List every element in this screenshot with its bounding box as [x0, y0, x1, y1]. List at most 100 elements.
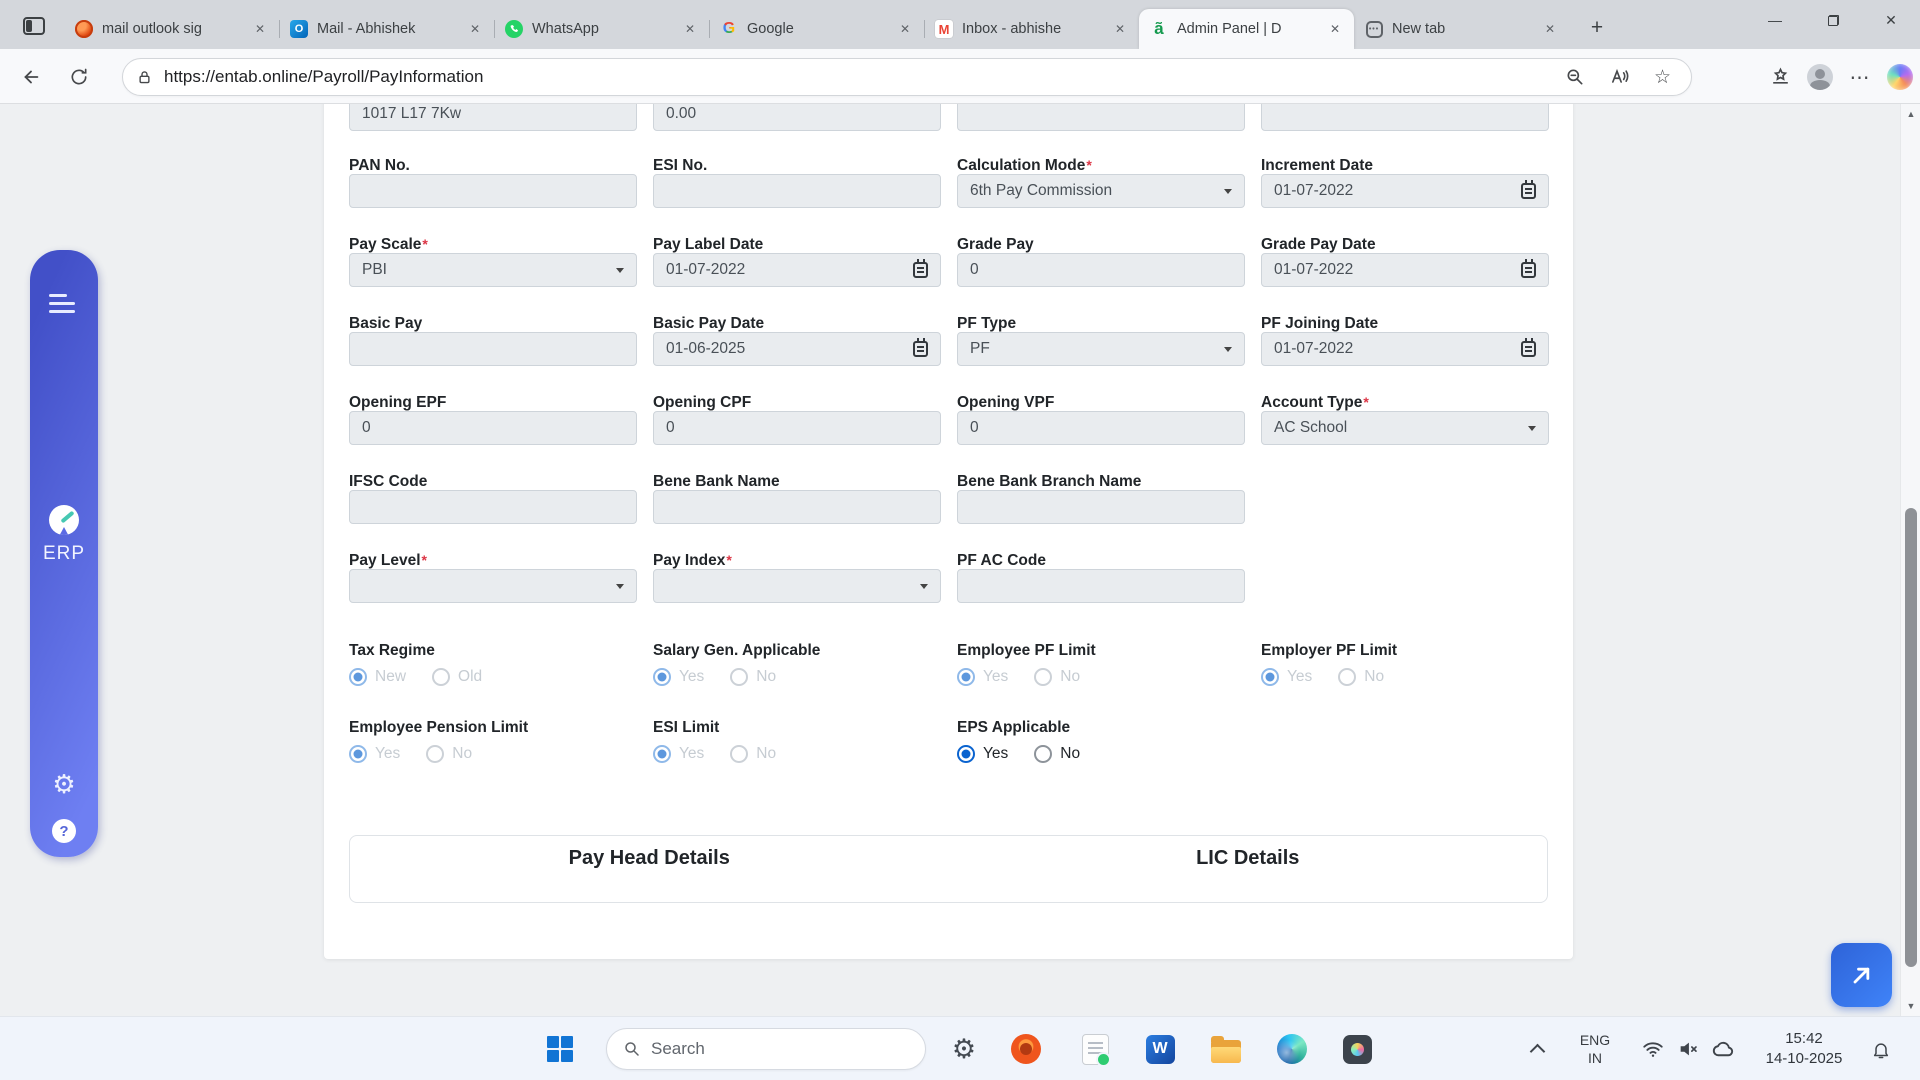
- browser-tab[interactable]: mail outlook sig✕: [64, 9, 279, 49]
- scroll-up-arrow[interactable]: ▲: [1901, 105, 1920, 123]
- settings-menu-button[interactable]: ⋯: [1840, 61, 1880, 93]
- basic-pay-input[interactable]: [349, 332, 637, 366]
- start-button[interactable]: [538, 1027, 582, 1071]
- radio-employee-pf-limit-no[interactable]: [1034, 668, 1052, 686]
- new-tab-button[interactable]: +: [1580, 13, 1614, 43]
- pf-joining-date-input[interactable]: 01-07-2022: [1261, 332, 1549, 366]
- opening-epf-input[interactable]: 0: [349, 411, 637, 445]
- bene-bank-branch-name-input[interactable]: [957, 490, 1245, 524]
- esi-no-input[interactable]: [653, 174, 941, 208]
- radio-employer-pf-limit-no[interactable]: [1338, 668, 1356, 686]
- pay-index-select[interactable]: [653, 569, 941, 603]
- taskbar-edge-button[interactable]: [1270, 1027, 1314, 1071]
- clipped-input-2[interactable]: 0.00: [653, 104, 941, 131]
- tab-close-icon[interactable]: ✕: [251, 20, 269, 38]
- opening-vpf-input[interactable]: 0: [957, 411, 1245, 445]
- tab-close-icon[interactable]: ✕: [681, 20, 699, 38]
- favorite-star-icon[interactable]: ☆: [1654, 68, 1671, 87]
- tab-close-icon[interactable]: ✕: [466, 20, 484, 38]
- wifi-button[interactable]: [1640, 1036, 1666, 1062]
- radio-salary-gen-applicable-yes[interactable]: [653, 668, 671, 686]
- calendar-icon[interactable]: [913, 262, 928, 278]
- browser-tab[interactable]: GGoogle✕: [709, 9, 924, 49]
- scroll-down-arrow[interactable]: ▼: [1901, 997, 1920, 1015]
- tab-close-icon[interactable]: ✕: [1326, 20, 1344, 38]
- ifsc-code-input[interactable]: [349, 490, 637, 524]
- sidebar-help-button[interactable]: ?: [52, 819, 76, 843]
- clock[interactable]: 15:42 14-10-2025: [1748, 1029, 1860, 1069]
- bene-bank-name-input[interactable]: [653, 490, 941, 524]
- taskbar-word-button[interactable]: W: [1138, 1027, 1182, 1071]
- field-label: Bene Bank Branch Name: [957, 473, 1245, 490]
- floating-action-button[interactable]: [1831, 943, 1892, 1007]
- pay-level-select[interactable]: [349, 569, 637, 603]
- radio-esi-limit-yes[interactable]: [653, 745, 671, 763]
- calendar-icon[interactable]: [913, 341, 928, 357]
- increment-date-input[interactable]: 01-07-2022: [1261, 174, 1549, 208]
- radio-tax-regime-new[interactable]: [349, 668, 367, 686]
- taskbar-settings-button[interactable]: ⚙: [942, 1027, 986, 1071]
- pf-ac-code-input[interactable]: [957, 569, 1245, 603]
- calendar-icon[interactable]: [1521, 341, 1536, 357]
- opening-cpf-input[interactable]: 0: [653, 411, 941, 445]
- calendar-icon[interactable]: [1521, 262, 1536, 278]
- basic-pay-date-input[interactable]: 01-06-2025: [653, 332, 941, 366]
- pf-type-select[interactable]: PF: [957, 332, 1245, 366]
- minimize-button[interactable]: —: [1746, 0, 1804, 40]
- taskbar-file-explorer-button[interactable]: [1204, 1027, 1248, 1071]
- tab-close-icon[interactable]: ✕: [1541, 20, 1559, 38]
- tray-overflow-button[interactable]: [1515, 1027, 1559, 1071]
- cloud-button[interactable]: [1710, 1036, 1736, 1062]
- zoom-out-icon[interactable]: [1565, 67, 1585, 87]
- tab-actions-button[interactable]: [16, 9, 52, 43]
- taskbar-snipping-tool-button[interactable]: [1335, 1027, 1379, 1071]
- calculation-mode-select[interactable]: 6th Pay Commission: [957, 174, 1245, 208]
- taskbar-media-app-button[interactable]: [1004, 1027, 1048, 1071]
- radio-employer-pf-limit-yes[interactable]: [1261, 668, 1279, 686]
- vertical-scrollbar[interactable]: ▲ ▼: [1900, 104, 1920, 1016]
- radio-eps-applicable-no[interactable]: [1034, 745, 1052, 763]
- url-text[interactable]: https://entab.online/Payroll/PayInformat…: [164, 67, 1565, 87]
- clipped-input-3[interactable]: [957, 104, 1245, 131]
- taskbar-search[interactable]: Search: [606, 1028, 926, 1070]
- back-button[interactable]: [14, 61, 48, 93]
- browser-tab[interactable]: MInbox - abhishe✕: [924, 9, 1139, 49]
- browser-tab[interactable]: •••New tab✕: [1354, 9, 1569, 49]
- grade-pay-date-input[interactable]: 01-07-2022: [1261, 253, 1549, 287]
- sidebar-settings-button[interactable]: ⚙: [52, 771, 75, 797]
- refresh-button[interactable]: [62, 61, 96, 93]
- account-type-select[interactable]: AC School: [1261, 411, 1549, 445]
- radio-tax-regime-old[interactable]: [432, 668, 450, 686]
- pay-scale-select[interactable]: PBI: [349, 253, 637, 287]
- language-indicator[interactable]: ENG IN: [1572, 1031, 1618, 1067]
- radio-employee-pf-limit-yes[interactable]: [957, 668, 975, 686]
- profile-button[interactable]: [1800, 61, 1840, 93]
- close-button[interactable]: ✕: [1862, 0, 1920, 40]
- browser-tab[interactable]: OMail - Abhishek✕: [279, 9, 494, 49]
- clipped-input-1[interactable]: 1017 L17 7Kw: [349, 104, 637, 131]
- grade-pay-input[interactable]: 0: [957, 253, 1245, 287]
- clipped-input-4[interactable]: [1261, 104, 1549, 131]
- radio-eps-applicable-yes[interactable]: [957, 745, 975, 763]
- pay-label-date-input[interactable]: 01-07-2022: [653, 253, 941, 287]
- volume-button[interactable]: [1675, 1036, 1701, 1062]
- notification-button[interactable]: [1868, 1037, 1894, 1063]
- taskbar-notepad-button[interactable]: [1073, 1027, 1117, 1071]
- radio-salary-gen-applicable-no[interactable]: [730, 668, 748, 686]
- radio-esi-limit-no[interactable]: [730, 745, 748, 763]
- address-bar[interactable]: https://entab.online/Payroll/PayInformat…: [122, 58, 1692, 96]
- scrollbar-thumb[interactable]: [1905, 508, 1917, 967]
- tab-close-icon[interactable]: ✕: [1111, 20, 1129, 38]
- favorites-bar-button[interactable]: [1760, 61, 1800, 93]
- menu-button[interactable]: [49, 290, 79, 316]
- tab-close-icon[interactable]: ✕: [896, 20, 914, 38]
- browser-tab[interactable]: ãAdmin Panel | D✕: [1139, 9, 1354, 49]
- browser-tab[interactable]: WhatsApp✕: [494, 9, 709, 49]
- radio-employee-pension-limit-no[interactable]: [426, 745, 444, 763]
- copilot-button[interactable]: [1880, 61, 1920, 93]
- calendar-icon[interactable]: [1521, 183, 1536, 199]
- radio-employee-pension-limit-yes[interactable]: [349, 745, 367, 763]
- restore-button[interactable]: [1804, 0, 1862, 40]
- read-aloud-icon[interactable]: [1609, 67, 1630, 87]
- pan-no-input[interactable]: [349, 174, 637, 208]
